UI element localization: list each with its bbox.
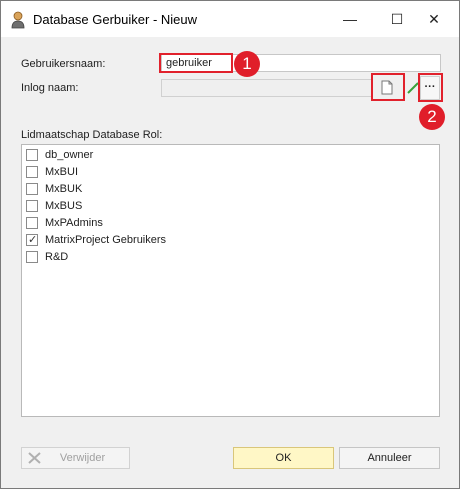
x-icon [28, 452, 41, 464]
username-label: Gebruikersnaam: [21, 58, 106, 70]
role-label: R&D [45, 251, 69, 263]
role-checkbox[interactable] [26, 217, 38, 229]
list-item[interactable]: MxPAdmins [26, 216, 426, 232]
window-title: Database Gerbuiker - Nieuw [33, 12, 198, 27]
annotation-badge-2: 2 [419, 104, 445, 130]
list-item[interactable]: MxBUK [26, 182, 426, 198]
cancel-button[interactable]: Annuleer [339, 447, 440, 469]
minimize-icon: — [343, 11, 357, 27]
minimize-button[interactable]: — [331, 4, 369, 34]
list-item[interactable]: ✓ MatrixProject Gebruikers [26, 233, 426, 249]
list-item[interactable]: db_owner [26, 148, 426, 164]
role-checkbox[interactable] [26, 200, 38, 212]
roles-listbox[interactable]: db_owner MxBUI MxBUK MxBUS MxPAdmins ✓ M… [21, 144, 440, 417]
maximize-button[interactable]: ☐ [378, 4, 416, 34]
role-checkbox[interactable] [26, 183, 38, 195]
list-item[interactable]: MxBUI [26, 165, 426, 181]
roles-heading: Lidmaatschap Database Rol: [21, 129, 163, 141]
maximize-icon: ☐ [390, 11, 404, 27]
close-button[interactable]: ✕ [415, 4, 453, 34]
delete-button[interactable]: Verwijder [21, 447, 130, 469]
role-label: MxBUS [45, 200, 83, 212]
close-icon: ✕ [428, 11, 440, 27]
role-checkbox[interactable] [26, 149, 38, 161]
user-icon [11, 11, 25, 29]
list-item[interactable]: MxBUS [26, 199, 426, 215]
role-checkbox[interactable] [26, 166, 38, 178]
list-item[interactable]: R&D [26, 250, 426, 266]
role-checkbox[interactable] [26, 251, 38, 263]
login-label: Inlog naam: [21, 82, 79, 94]
role-label: MxPAdmins [45, 217, 103, 229]
title-bar[interactable]: Database Gerbuiker - Nieuw — ☐ ✕ [1, 1, 459, 37]
delete-label: Verwijder [59, 452, 106, 464]
login-input[interactable] [161, 79, 373, 97]
annotation-badge-1: 1 [234, 51, 260, 77]
role-label: MxBUI [45, 166, 78, 178]
role-label: MatrixProject Gebruikers [45, 234, 167, 246]
role-checkbox-checked[interactable]: ✓ [26, 234, 38, 246]
role-label: db_owner [45, 149, 94, 161]
annotation-box-new-login [371, 73, 405, 101]
role-label: MxBUK [45, 183, 83, 195]
annotation-box-1 [159, 53, 233, 73]
dialog-window: Database Gerbuiker - Nieuw — ☐ ✕ Gebruik… [0, 0, 460, 489]
annotation-box-2 [418, 73, 443, 102]
ok-button[interactable]: OK [233, 447, 334, 469]
checkmark-icon: ✓ [28, 234, 38, 246]
